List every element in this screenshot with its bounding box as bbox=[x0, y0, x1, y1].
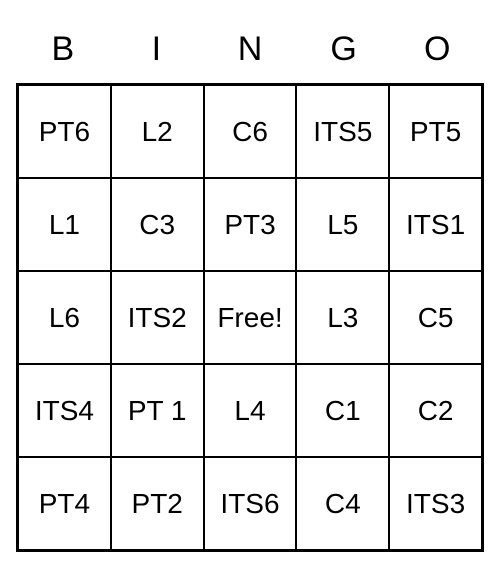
bingo-cell[interactable]: PT3 bbox=[204, 178, 297, 271]
header-o: O bbox=[390, 20, 484, 83]
bingo-cell[interactable]: C4 bbox=[296, 457, 389, 550]
header-i: I bbox=[110, 20, 204, 83]
bingo-cell[interactable]: C2 bbox=[389, 364, 482, 457]
bingo-cell[interactable]: PT 1 bbox=[111, 364, 204, 457]
bingo-cell[interactable]: C6 bbox=[204, 85, 297, 178]
bingo-cell[interactable]: L2 bbox=[111, 85, 204, 178]
bingo-cell[interactable]: L5 bbox=[296, 178, 389, 271]
bingo-cell[interactable]: C1 bbox=[296, 364, 389, 457]
bingo-cell[interactable]: C5 bbox=[389, 271, 482, 364]
bingo-row: PT6 L2 C6 ITS5 PT5 bbox=[18, 85, 482, 178]
bingo-header-row: B I N G O bbox=[16, 20, 484, 83]
bingo-cell[interactable]: C3 bbox=[111, 178, 204, 271]
bingo-cell[interactable]: L3 bbox=[296, 271, 389, 364]
bingo-card: B I N G O PT6 L2 C6 ITS5 PT5 L1 C3 PT3 L… bbox=[16, 20, 484, 552]
bingo-cell[interactable]: ITS5 bbox=[296, 85, 389, 178]
bingo-cell[interactable]: ITS6 bbox=[204, 457, 297, 550]
bingo-cell[interactable]: ITS2 bbox=[111, 271, 204, 364]
header-g: G bbox=[297, 20, 391, 83]
bingo-row: L1 C3 PT3 L5 ITS1 bbox=[18, 178, 482, 271]
bingo-grid: PT6 L2 C6 ITS5 PT5 L1 C3 PT3 L5 ITS1 L6 … bbox=[16, 83, 484, 552]
bingo-cell[interactable]: L6 bbox=[18, 271, 111, 364]
bingo-row: L6 ITS2 Free! L3 C5 bbox=[18, 271, 482, 364]
bingo-cell[interactable]: PT2 bbox=[111, 457, 204, 550]
bingo-cell-free[interactable]: Free! bbox=[204, 271, 297, 364]
header-b: B bbox=[16, 20, 110, 83]
bingo-cell[interactable]: ITS4 bbox=[18, 364, 111, 457]
bingo-cell[interactable]: PT4 bbox=[18, 457, 111, 550]
bingo-row: ITS4 PT 1 L4 C1 C2 bbox=[18, 364, 482, 457]
bingo-cell[interactable]: PT6 bbox=[18, 85, 111, 178]
bingo-row: PT4 PT2 ITS6 C4 ITS3 bbox=[18, 457, 482, 550]
header-n: N bbox=[203, 20, 297, 83]
bingo-cell[interactable]: L1 bbox=[18, 178, 111, 271]
bingo-cell[interactable]: PT5 bbox=[389, 85, 482, 178]
bingo-cell[interactable]: ITS3 bbox=[389, 457, 482, 550]
bingo-cell[interactable]: L4 bbox=[204, 364, 297, 457]
bingo-cell[interactable]: ITS1 bbox=[389, 178, 482, 271]
